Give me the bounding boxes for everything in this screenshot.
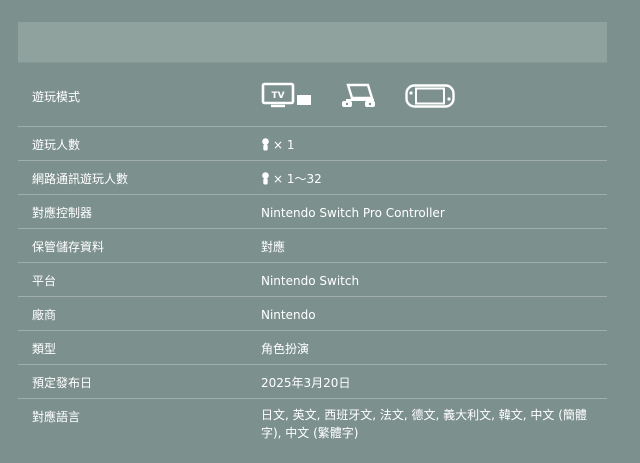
languages-value: 日文, 英文, 西班牙文, 法文, 德文, 義大利文, 韓文, 中文 (簡體字)… [261, 408, 587, 440]
spec-row-play-modes: 遊玩模式 TV [18, 62, 607, 127]
save-data-label: 保管儲存資料 [32, 240, 105, 254]
tabletop-mode-icon [341, 82, 377, 108]
spec-row-publisher: 廠商 Nintendo [18, 297, 607, 331]
release-date-value: 2025年3月20日 [261, 376, 351, 390]
spec-row-controller: 對應控制器 Nintendo Switch Pro Controller [18, 195, 607, 229]
publisher-value: Nintendo [261, 308, 316, 322]
players-value: × 1 [273, 138, 295, 152]
tv-mode-text: TV [271, 91, 284, 101]
platform-value: Nintendo Switch [261, 274, 360, 288]
spec-row-players: 遊玩人數 × 1 [18, 127, 607, 161]
spec-row-save-data: 保管儲存資料 對應 [18, 229, 607, 263]
players-value-wrap: × 1 [261, 136, 591, 156]
play-modes-icons: TV [261, 82, 591, 108]
languages-label: 對應語言 [32, 410, 81, 424]
player-icon [261, 138, 270, 156]
release-date-label: 預定發布日 [32, 376, 93, 390]
save-data-value: 對應 [261, 240, 286, 254]
publisher-label: 廠商 [32, 308, 57, 322]
spec-table: 遊玩模式 TV 遊玩人數 × 1 網路通訊遊玩人數 × 1～32 對應控制器 N… [18, 62, 607, 451]
genre-label: 類型 [32, 342, 57, 356]
spec-row-languages: 對應語言 日文, 英文, 西班牙文, 法文, 德文, 義大利文, 韓文, 中文 … [18, 399, 607, 451]
spec-row-genre: 類型 角色扮演 [18, 331, 607, 365]
online-players-value: × 1～32 [273, 172, 322, 186]
play-modes-label: 遊玩模式 [32, 90, 81, 104]
spec-row-platform: 平台 Nintendo Switch [18, 263, 607, 297]
players-label: 遊玩人數 [32, 138, 81, 152]
section-header-bar [18, 22, 607, 62]
spec-row-online-players: 網路通訊遊玩人數 × 1～32 [18, 161, 607, 195]
handheld-mode-icon [405, 84, 455, 108]
platform-label: 平台 [32, 274, 57, 288]
genre-value: 角色扮演 [261, 342, 310, 356]
online-players-label: 網路通訊遊玩人數 [32, 172, 129, 186]
player-icon [261, 172, 270, 190]
tv-mode-icon: TV [261, 82, 313, 108]
online-players-value-wrap: × 1～32 [261, 170, 591, 190]
controller-label: 對應控制器 [32, 206, 93, 220]
controller-value: Nintendo Switch Pro Controller [261, 206, 445, 220]
spec-row-release-date: 預定發布日 2025年3月20日 [18, 365, 607, 399]
